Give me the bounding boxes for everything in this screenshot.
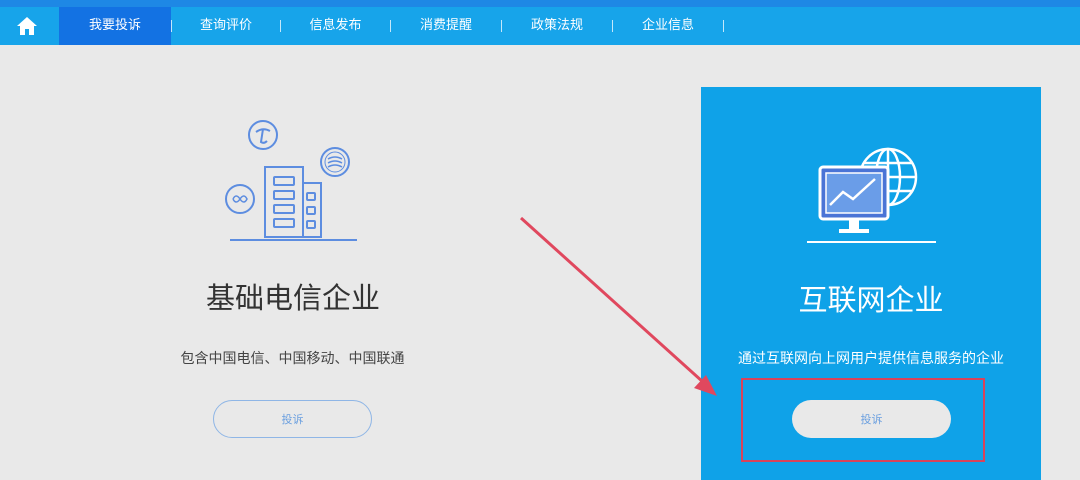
- nav-item-enterprise[interactable]: 企业信息: [613, 7, 723, 45]
- nav-item-label: 查询评价: [199, 18, 252, 33]
- internet-description: 通过互联网向上网用户提供信息服务的企业: [738, 351, 1004, 367]
- monitor-globe-icon: [807, 147, 936, 243]
- telecom-complaint-button[interactable]: 投诉: [213, 400, 372, 438]
- nav-item-label: 政策法规: [530, 18, 583, 33]
- nav-item-label: 企业信息: [641, 18, 694, 33]
- nav-separator: [723, 20, 724, 32]
- telecom-building-icon: [225, 120, 357, 241]
- nav-item-policy[interactable]: 政策法规: [502, 7, 612, 45]
- annotation-highlight-box: [741, 378, 985, 462]
- nav-item-reminder[interactable]: 消费提醒: [391, 7, 501, 45]
- top-strip: [0, 0, 1080, 7]
- nav-item-publish[interactable]: 信息发布: [281, 7, 390, 45]
- telecom-description: 包含中国电信、中国移动、中国联通: [180, 351, 405, 367]
- telecom-title: 基础电信企业: [205, 281, 380, 315]
- nav-item-label: 信息发布: [309, 18, 362, 33]
- nav-item-complaint[interactable]: 我要投诉: [59, 7, 171, 45]
- internet-title: 互联网企业: [798, 283, 944, 317]
- home-icon: [17, 17, 37, 35]
- button-label: 投诉: [281, 413, 304, 426]
- nav-home[interactable]: [0, 7, 54, 45]
- nav-item-label: 我要投诉: [88, 18, 141, 33]
- nav-item-label: 消费提醒: [419, 18, 472, 33]
- nav-item-query[interactable]: 查询评价: [172, 7, 280, 45]
- main-nav: 我要投诉 查询评价 信息发布 消费提醒 政策法规 企业信息: [0, 7, 1080, 45]
